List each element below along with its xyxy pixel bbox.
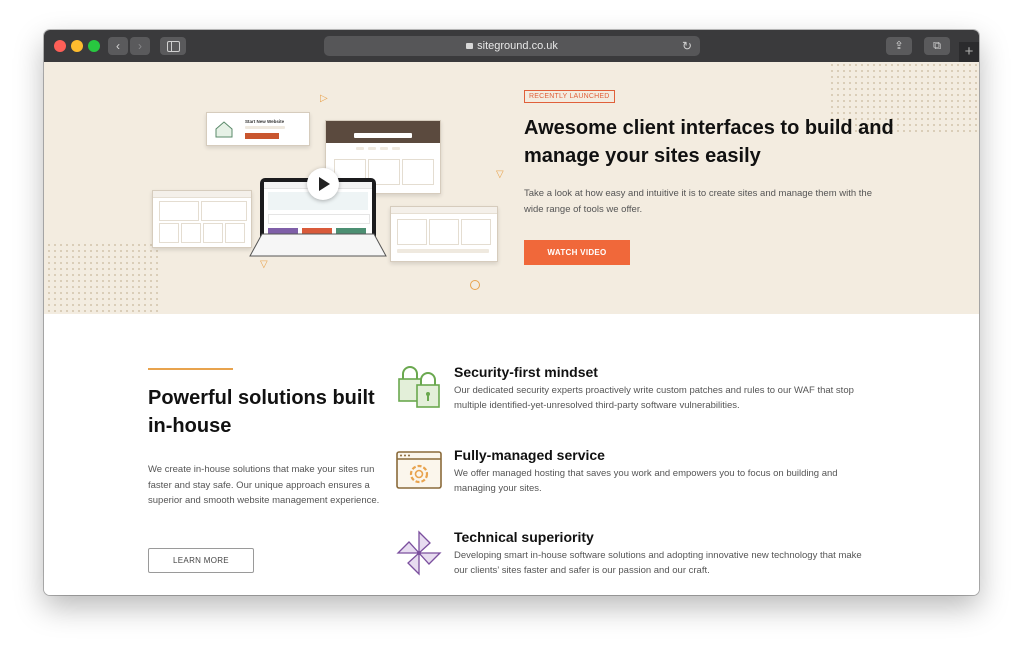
section-description: We create in-house solutions that make y… [148,464,380,506]
section-title: Powerful solutions built in-house [148,387,375,437]
plus-icon: + [964,43,974,60]
share-icon: ⇪ [894,40,904,52]
feature-title: Security-first mindset [454,364,598,380]
watch-video-button[interactable]: WATCH VIDEO [524,240,630,265]
mock-tools-right [390,206,498,262]
close-window-button[interactable] [54,40,66,52]
mock-start-title: Start New Website [245,119,285,124]
new-tab-button[interactable]: + [959,42,979,62]
fullscreen-window-button[interactable] [88,40,100,52]
feature-description: Our dedicated security experts proactive… [454,385,854,411]
play-video-button[interactable] [307,168,339,200]
share-button[interactable]: ⇪ [886,37,912,55]
chevron-left-icon: ‹ [116,39,120,53]
feature-title: Fully-managed service [454,447,605,463]
browser-toolbar: ‹ › siteground.co.uk ↻ ⇪ ⧉ [44,30,979,63]
feature-description: Developing smart in-house software solut… [454,550,862,576]
page-content: Start New Website ▷ ▽ ▽ RECENTLY LAUNCHE… [44,62,979,595]
learn-more-button[interactable]: LEARN MORE [148,548,254,573]
laptop-body [249,233,387,257]
recently-launched-badge: RECENTLY LAUNCHED [524,90,615,103]
address-bar[interactable]: siteground.co.uk ↻ [324,36,700,56]
triangle-decoration-icon: ▽ [260,259,268,270]
browser-gear-icon [396,451,442,489]
minimize-window-button[interactable] [71,40,83,52]
circle-decoration-icon [470,280,480,290]
forward-button[interactable]: › [130,37,150,55]
tabs-icon: ⧉ [933,40,941,52]
play-icon [319,177,330,191]
back-button[interactable]: ‹ [108,37,128,55]
sidebar-icon [167,41,180,52]
triangle-decoration-icon: ▽ [496,169,504,180]
sidebar-toggle-button[interactable] [160,37,186,55]
hero-illustration[interactable]: Start New Website ▷ ▽ ▽ [144,82,504,307]
triangle-decoration-icon: ▷ [320,93,328,104]
chevron-right-icon: › [138,39,142,53]
house-icon [215,121,233,138]
lock-icon [466,43,474,49]
reload-icon[interactable]: ↻ [682,36,692,56]
url-text: siteground.co.uk [477,40,558,52]
feature-title: Technical superiority [454,529,594,545]
hero-section: Start New Website ▷ ▽ ▽ RECENTLY LAUNCHE… [44,62,979,314]
tab-overview-button[interactable]: ⧉ [924,37,950,55]
mock-tools-left [152,190,252,248]
hero-title: Awesome client interfaces to build and m… [524,117,894,167]
browser-window: ‹ › siteground.co.uk ↻ ⇪ ⧉ + Start New W… [44,30,979,595]
pinwheel-icon [396,530,442,576]
feature-description: We offer managed hosting that saves you … [454,468,838,494]
section-accent-rule [148,368,233,370]
mock-start-website-card: Start New Website [206,112,310,146]
padlock-icon [398,366,440,408]
hero-description: Take a look at how easy and intuitive it… [524,188,872,215]
